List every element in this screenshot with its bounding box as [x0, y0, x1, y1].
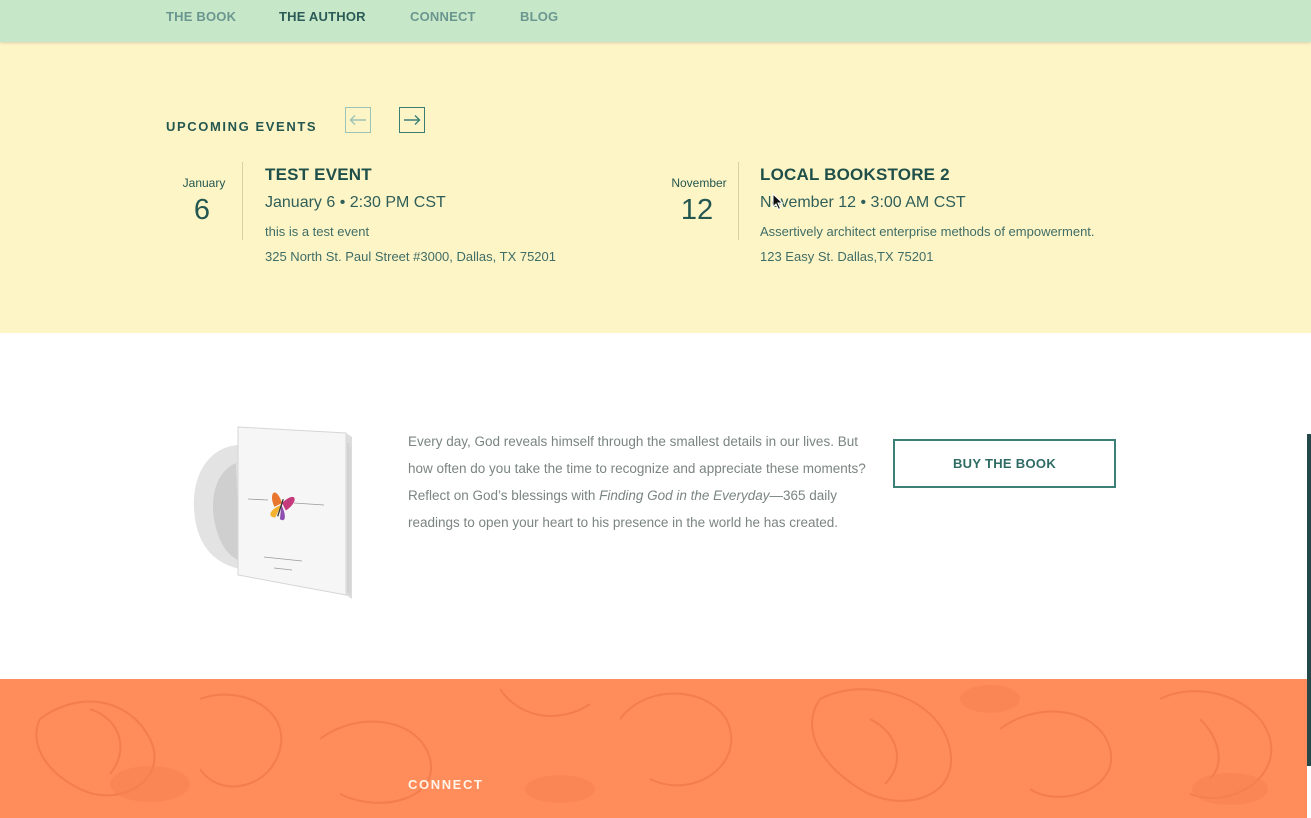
event-month: November	[671, 176, 727, 190]
nav-item-the-author[interactable]: THE AUTHOR	[279, 9, 366, 24]
arrow-right-icon	[404, 115, 421, 125]
event-title[interactable]: LOCAL BOOKSTORE 2	[760, 165, 950, 185]
book-title-italic: Finding God in the Everyday	[599, 488, 770, 503]
event-address: 325 North St. Paul Street #3000, Dallas,…	[265, 249, 556, 264]
event-datetime: January 6 • 2:30 PM CST	[265, 194, 446, 211]
event-datetime: November 12 • 3:00 AM CST	[760, 194, 966, 211]
footer-connect-heading: CONNECT	[408, 777, 484, 792]
event-description: this is a test event	[265, 224, 370, 239]
events-next-button[interactable]	[399, 107, 425, 133]
book-section: Every day, God reveals himself through t…	[0, 333, 1311, 679]
upcoming-events-section: UPCOMING EVENTS January 6 TEST EVENT Jan…	[0, 42, 1311, 333]
event-divider	[242, 162, 243, 240]
event-title[interactable]: TEST EVENT	[265, 165, 372, 185]
floral-pattern	[35, 685, 1273, 805]
buy-the-book-button[interactable]: BUY THE BOOK	[893, 439, 1116, 488]
event-address: 123 Easy St. Dallas,TX 75201	[760, 249, 934, 264]
scrollbar-thumb[interactable]	[1307, 434, 1311, 766]
event-day: 12	[680, 194, 714, 226]
book-cover-image	[193, 426, 352, 599]
event-description: Assertively architect enterprise methods…	[760, 224, 1095, 239]
events-heading: UPCOMING EVENTS	[166, 119, 318, 134]
event-day: 6	[193, 194, 211, 226]
top-nav: THE BOOK THE AUTHOR CONNECT BLOG	[0, 0, 1311, 42]
nav-item-blog[interactable]: BLOG	[520, 9, 558, 24]
event-month: January	[182, 176, 226, 190]
nav-item-connect[interactable]: CONNECT	[410, 9, 476, 24]
nav-item-the-book[interactable]: THE BOOK	[166, 9, 236, 24]
book-description: Every day, God reveals himself through t…	[408, 428, 878, 536]
mouse-cursor-icon	[772, 193, 784, 211]
event-divider	[738, 162, 739, 240]
arrow-left-icon	[349, 115, 366, 125]
events-prev-button[interactable]	[345, 107, 371, 133]
footer: CONNECT	[0, 679, 1307, 818]
